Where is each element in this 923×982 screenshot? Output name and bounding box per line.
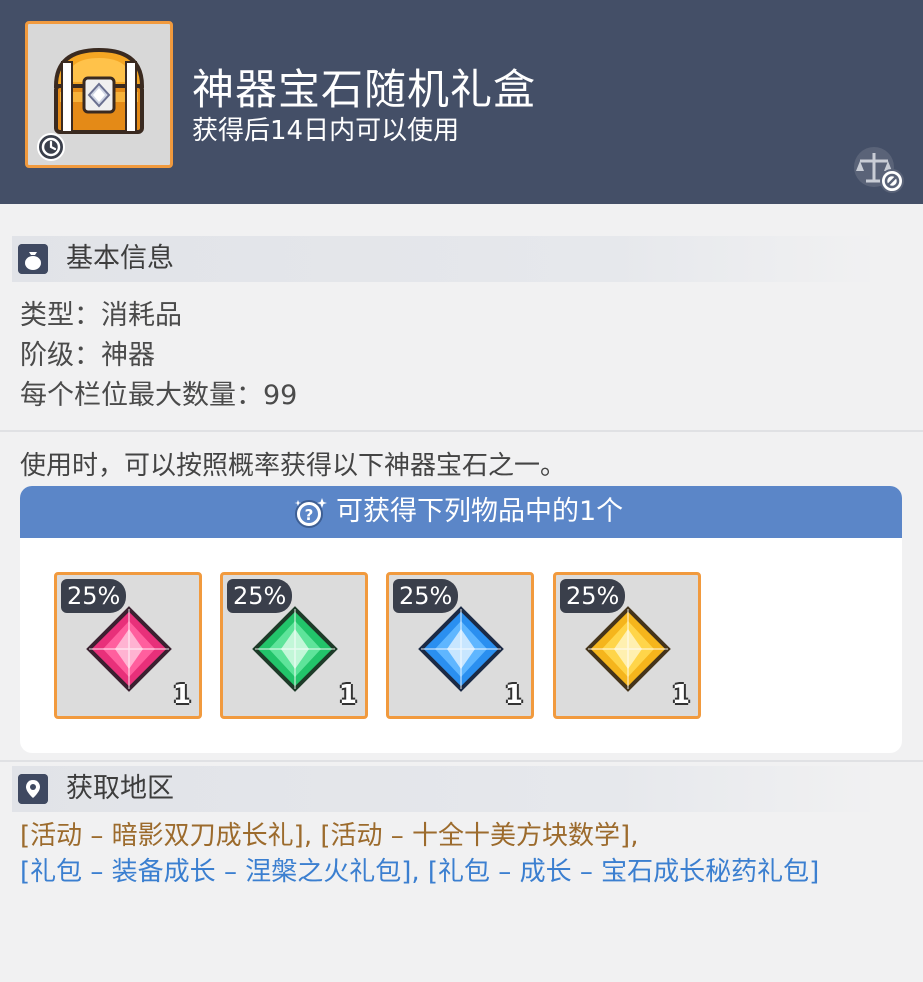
- green-gem-icon: [252, 606, 338, 692]
- red-gem-icon: [86, 606, 172, 692]
- info-grade: 阶级：神器: [20, 340, 155, 371]
- item-header: 神器宝石随机礼盒 获得后14日内可以使用: [0, 0, 923, 204]
- source-link-package-nirvana-fire[interactable]: [礼包 – 装备成长 – 涅槃之火礼包]: [20, 857, 411, 887]
- separator: ,: [303, 821, 321, 851]
- acquisition-line-events: [活动 – 暗影双刀成长礼], [活动 – 十全十美方块数学],: [20, 818, 638, 854]
- blue-gem-icon: [418, 606, 504, 692]
- section-title: 基本信息: [66, 243, 174, 274]
- item-quantity: 1: [671, 680, 690, 710]
- reward-slot-blue-gem[interactable]: 25% 1: [386, 572, 534, 719]
- item-description: 使用时，可以按照概率获得以下神器宝石之一。: [20, 451, 567, 481]
- section-title: 获取地区: [66, 773, 174, 804]
- item-quantity: 1: [504, 680, 523, 710]
- item-quantity: 1: [172, 680, 191, 710]
- separator: ,: [630, 821, 639, 851]
- separator: ,: [411, 857, 428, 887]
- divider: [0, 430, 923, 432]
- reward-slot-yellow-gem[interactable]: 25% 1: [553, 572, 701, 719]
- acquisition-line-packages: [礼包 – 装备成长 – 涅槃之火礼包], [礼包 – 成长 – 宝石成长秘药礼…: [20, 854, 819, 890]
- clock-icon: [37, 133, 65, 161]
- reward-list-header: ? 可获得下列物品中的1个: [20, 486, 902, 538]
- item-icon-slot[interactable]: [25, 21, 173, 168]
- acquisition-header: 获取地区: [12, 766, 870, 812]
- reward-list-title: 可获得下列物品中的1个: [336, 496, 624, 527]
- basic-info-header: 基本信息: [12, 236, 870, 282]
- bag-icon: [18, 244, 48, 274]
- item-usage-note: 获得后14日内可以使用: [192, 116, 460, 146]
- reward-slot-green-gem[interactable]: 25% 1: [220, 572, 368, 719]
- item-quantity: 1: [338, 680, 357, 710]
- info-max-stack: 每个栏位最大数量：99: [20, 380, 298, 411]
- item-name: 神器宝石随机礼盒: [192, 65, 537, 114]
- random-box-icon: ?: [294, 498, 327, 528]
- info-type: 类型：消耗品: [20, 300, 182, 331]
- yellow-gem-icon: [585, 606, 671, 692]
- source-link-event-cube-math[interactable]: [活动 – 十全十美方块数学]: [320, 821, 630, 851]
- source-link-event-dual-blade[interactable]: [活动 – 暗影双刀成长礼]: [20, 821, 304, 851]
- svg-text:?: ?: [305, 506, 314, 524]
- divider: [0, 760, 923, 762]
- reward-list-panel: ? 可获得下列物品中的1个 25% 1 25% 1 25% 1 25% 1: [20, 486, 902, 753]
- location-pin-icon: [18, 774, 48, 804]
- treasure-chest-icon: [53, 47, 145, 134]
- untradeable-scale-icon: [854, 147, 904, 193]
- reward-slot-red-gem[interactable]: 25% 1: [54, 572, 202, 719]
- source-link-package-gem-growth[interactable]: [礼包 – 成长 – 宝石成长秘药礼包]: [428, 857, 819, 887]
